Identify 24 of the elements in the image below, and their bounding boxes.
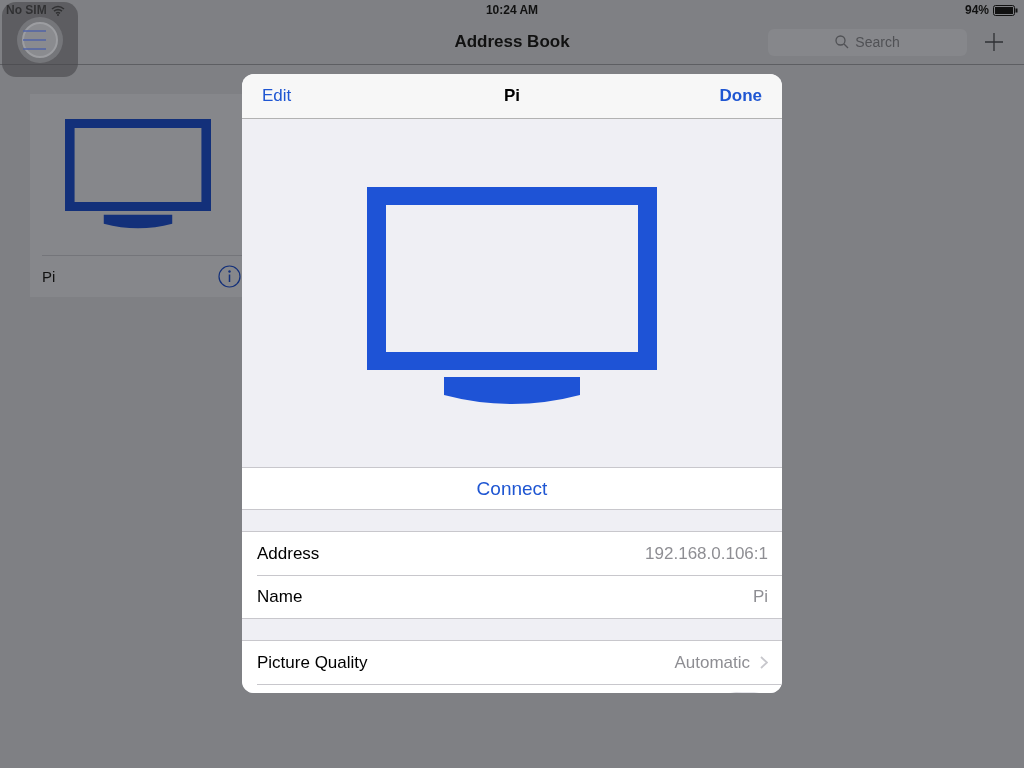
nav-title: Address Book bbox=[454, 32, 570, 52]
clock-text: 10:24 AM bbox=[485, 3, 539, 17]
add-icon[interactable] bbox=[985, 33, 1003, 51]
field-value: 192.168.0.106:1 bbox=[645, 543, 768, 564]
floating-menu-button[interactable] bbox=[2, 2, 78, 77]
done-button[interactable]: Done bbox=[719, 86, 762, 106]
chevron-icon bbox=[760, 656, 768, 669]
edit-button[interactable]: Edit bbox=[262, 86, 292, 106]
field-label: Address bbox=[257, 543, 320, 564]
device-card[interactable]: Pi bbox=[30, 94, 245, 297]
menu-icon bbox=[16, 15, 64, 64]
field-value: Pi bbox=[752, 587, 768, 607]
sheet-title: Pi bbox=[503, 86, 521, 106]
setting-value: Automatic bbox=[674, 652, 750, 673]
wifi-icon bbox=[50, 4, 65, 16]
battery-text: 94% bbox=[964, 3, 989, 17]
search-icon bbox=[835, 35, 850, 49]
setting-label: Picture Quality bbox=[257, 652, 368, 673]
connect-button[interactable]: Connect bbox=[468, 475, 556, 502]
monitor-icon bbox=[64, 119, 211, 230]
device-name: Pi bbox=[42, 268, 56, 285]
info-icon[interactable] bbox=[218, 265, 241, 288]
field-label: Name bbox=[257, 587, 303, 607]
battery-icon bbox=[993, 4, 1018, 16]
